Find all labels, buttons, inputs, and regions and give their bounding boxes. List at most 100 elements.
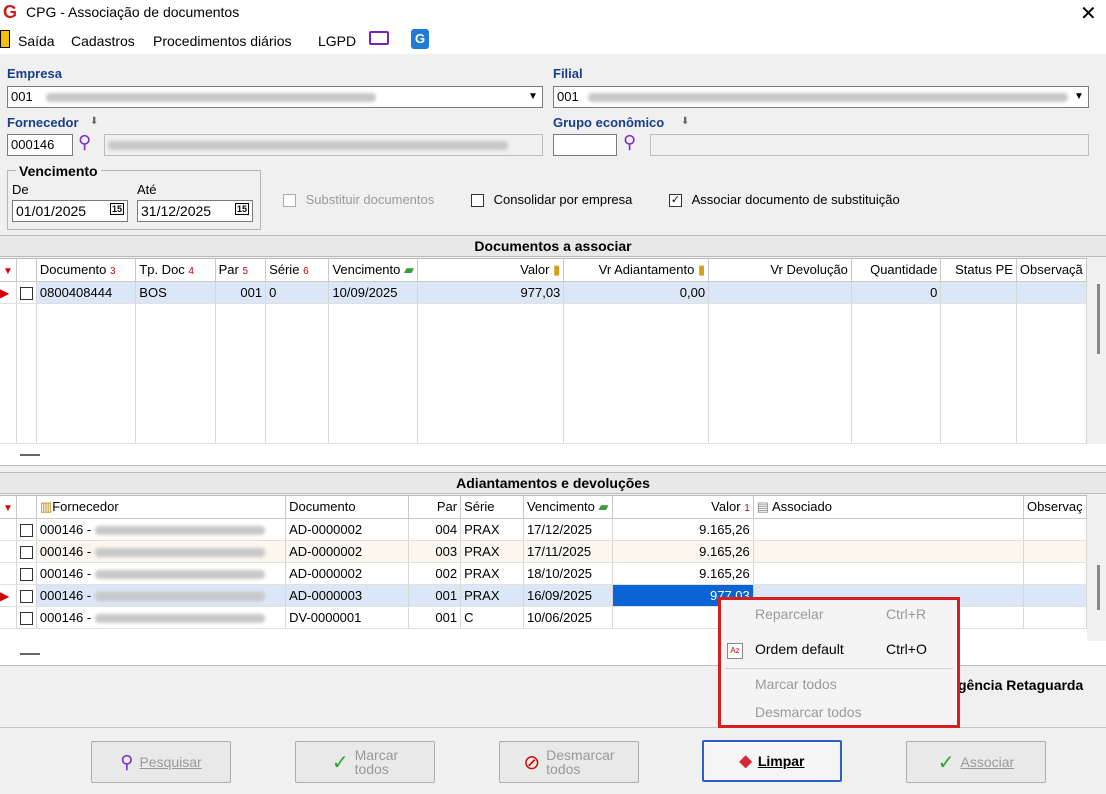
filter-arrow-icon[interactable]: ▼ — [3, 503, 13, 514]
col-par[interactable]: Par 5 — [215, 259, 267, 282]
checkbox-icon[interactable] — [471, 194, 484, 208]
desmarcar-todos-button[interactable]: ⊘ Desmarcar todos — [499, 741, 639, 783]
col-serie[interactable]: Série 6 — [265, 259, 330, 282]
col-valor[interactable]: Valor ▮ — [417, 259, 565, 282]
docs-section-title: Documentos a associar — [0, 235, 1106, 257]
row-checkbox[interactable] — [19, 545, 33, 559]
fornecedor-name-field — [104, 134, 543, 156]
col-vr-adiantamento[interactable]: Vr Adiantamento ▮ — [563, 259, 710, 282]
cell-fornecedor-code: 000146 - — [39, 609, 92, 625]
col-serie[interactable]: Série — [460, 496, 524, 519]
docs-grid[interactable]: ▼ Documento 3 Tp. Doc 4 Par 5 Série 6 Ve… — [0, 258, 1087, 444]
fornecedor-name-redacted — [94, 591, 265, 601]
row-checkbox[interactable] — [19, 589, 33, 603]
grupo-code-input[interactable] — [553, 134, 617, 156]
marcar-label: Marcar todos — [355, 748, 399, 776]
col-vr-devolucao[interactable]: Vr Devolução — [708, 259, 852, 282]
col-par[interactable]: Par — [408, 496, 462, 519]
menu-item-lgpd[interactable]: LGPD — [318, 33, 356, 49]
col-vencimento[interactable]: Vencimento ▰ — [523, 496, 613, 519]
associar-sub-checkbox[interactable]: ✓ Associar documento de substituição — [669, 192, 900, 208]
col-fornecedor[interactable]: ▥Fornecedor — [36, 496, 287, 519]
fornecedor-code-input[interactable]: 000146 — [7, 134, 73, 156]
ate-date-input[interactable]: 31/12/2025 15 — [137, 200, 253, 222]
splitter-handle-icon[interactable] — [20, 653, 40, 655]
pesquisar-button[interactable]: ⚲ Pesquisar — [91, 741, 231, 783]
col-associado-label: Associado — [771, 498, 832, 514]
coins-icon: ▮ — [553, 261, 561, 277]
money-icon: ▰ — [404, 261, 414, 277]
cell-fornecedor: 000146 - — [36, 540, 287, 563]
checkmark-icon[interactable]: ✓ — [669, 194, 682, 208]
menu-item-cadastros[interactable]: Cadastros — [71, 33, 135, 49]
factory-icon: ▥ — [39, 498, 53, 514]
splitter-handle-icon[interactable] — [20, 454, 40, 456]
menu-item-procedimentos[interactable]: Procedimentos diários — [153, 33, 292, 49]
col-observacao-label: Observaçã — [1019, 262, 1083, 278]
limpar-button[interactable]: ◆ Limpar — [702, 740, 842, 782]
prohibited-icon: ⊘ — [523, 751, 541, 774]
row-checkbox[interactable] — [19, 286, 33, 300]
col-vencimento[interactable]: Vencimento ▰ — [328, 259, 418, 282]
filial-code: 001 — [557, 89, 579, 104]
col-valor[interactable]: Valor 1 — [612, 496, 754, 519]
table-row[interactable]: 000146 - AD-0000002 003 PRAX 17/11/2025 … — [0, 540, 1087, 563]
consolidar-checkbox[interactable]: Consolidar por empresa — [471, 192, 632, 208]
cell-par: 001 — [408, 606, 462, 629]
sort-badge: 3 — [110, 266, 116, 278]
col-quantidade[interactable]: Quantidade — [851, 259, 942, 282]
menu-item-saida[interactable]: Saída — [18, 33, 55, 49]
col-tpdoc[interactable]: Tp. Doc 4 — [135, 259, 216, 282]
close-icon[interactable]: ✕ — [1080, 1, 1097, 26]
cell-vencimento: 10/09/2025 — [328, 281, 418, 304]
row-checkbox[interactable] — [19, 567, 33, 581]
col-status-pe-label: Status PE — [955, 262, 1013, 278]
col-tpdoc-label: Tp. Doc — [139, 262, 185, 278]
monitor-icon[interactable] — [369, 31, 389, 45]
fornecedor-name-redacted — [94, 569, 265, 579]
table-row[interactable]: ▶ 0800408444 BOS 001 0 10/09/2025 977,03… — [0, 281, 1087, 304]
sort-badge: 4 — [188, 266, 194, 278]
calendar-icon[interactable]: 15 — [109, 203, 124, 215]
col-documento[interactable]: Documento — [285, 496, 409, 519]
search-icon[interactable]: ⚲ — [78, 132, 91, 153]
empresa-combo[interactable]: 001 ▼ — [7, 86, 543, 108]
chevron-down-icon[interactable]: ▼ — [1071, 88, 1087, 106]
cell-serie: 0 — [265, 281, 330, 304]
filter-arrow-icon[interactable]: ▼ — [3, 266, 13, 277]
docs-scrollbar[interactable] — [1097, 284, 1100, 354]
col-observacao[interactable]: Observaç — [1023, 496, 1087, 519]
adiant-scrollbar[interactable] — [1097, 565, 1100, 610]
search-icon[interactable]: ⚲ — [623, 132, 636, 153]
marcar-todos-button[interactable]: ✓ Marcar todos — [295, 741, 435, 783]
table-row[interactable]: 000146 - AD-0000002 004 PRAX 17/12/2025 … — [0, 518, 1087, 541]
filial-combo[interactable]: 001 ▼ — [553, 86, 1089, 108]
cell-obs — [1023, 606, 1087, 629]
menu-item-ordem-default[interactable]: Ordem default — [755, 641, 844, 657]
row-indicator-header: ▼ — [0, 496, 17, 519]
menu-item-marcar-todos: Marcar todos — [755, 676, 837, 692]
cell-valor: 9.165,26 — [612, 518, 754, 541]
col-status-pe[interactable]: Status PE — [940, 259, 1017, 282]
eraser-icon: ◆ — [739, 753, 752, 770]
calendar-icon[interactable]: 15 — [234, 203, 249, 215]
col-serie-label: Série — [464, 499, 495, 515]
chevron-down-icon[interactable]: ▼ — [525, 88, 541, 106]
cell-associado — [753, 562, 1025, 585]
ate-date-value: 31/12/2025 — [141, 203, 212, 219]
cell-valor: 9.165,26 — [612, 562, 754, 585]
row-checkbox[interactable] — [19, 611, 33, 625]
col-vencimento-label: Vencimento — [526, 498, 595, 514]
row-checkbox[interactable] — [19, 523, 33, 537]
col-observacao[interactable]: Observaçã — [1016, 259, 1087, 282]
exit-door-icon — [0, 30, 10, 48]
de-date-value: 01/01/2025 — [16, 203, 87, 219]
de-date-input[interactable]: 01/01/2025 15 — [12, 200, 128, 222]
col-vencimento-label: Vencimento — [332, 261, 401, 277]
table-row[interactable]: 000146 - AD-0000002 002 PRAX 18/10/2025 … — [0, 562, 1087, 585]
col-documento[interactable]: Documento 3 — [36, 259, 137, 282]
cell-documento: AD-0000002 — [285, 518, 409, 541]
app-g-icon[interactable]: G — [411, 29, 429, 49]
col-associado[interactable]: ▤ Associado — [753, 496, 1025, 519]
associar-button[interactable]: ✓ Associar — [906, 741, 1046, 783]
